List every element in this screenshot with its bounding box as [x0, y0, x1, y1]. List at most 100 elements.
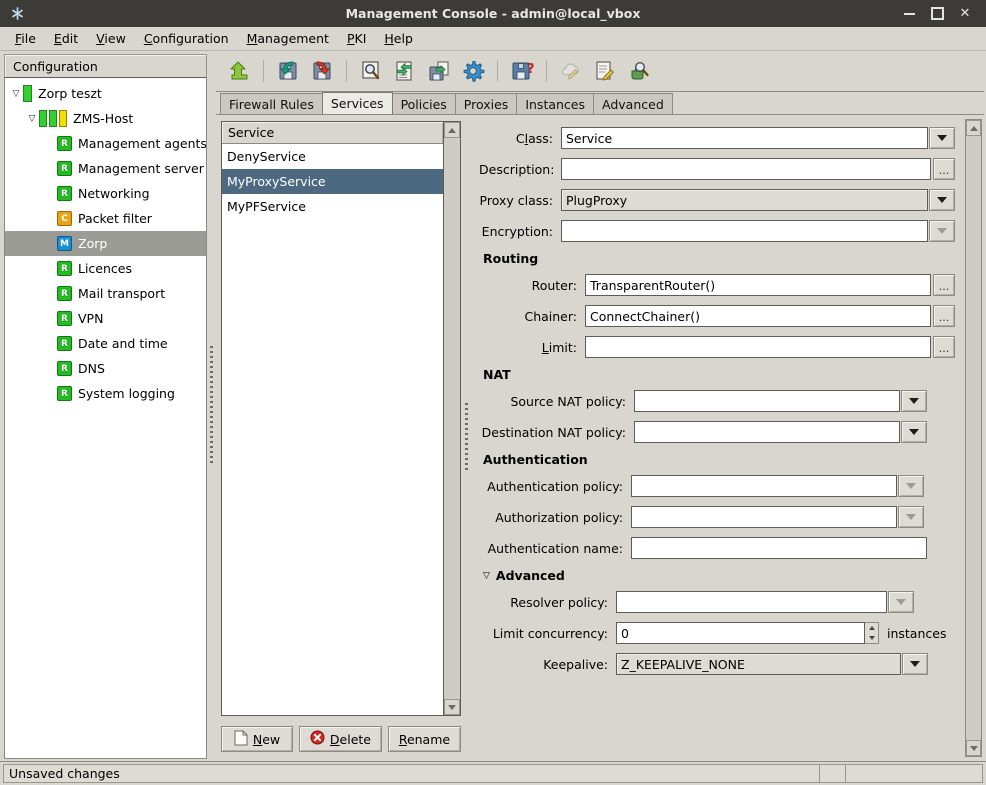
limit-input[interactable]	[585, 336, 931, 358]
expander-icon[interactable]: ▽	[9, 89, 23, 99]
tree-item-packet-filter[interactable]: C Packet filter	[5, 206, 206, 231]
save-import-icon[interactable]	[273, 56, 303, 86]
tree-item-label: Mail transport	[78, 286, 166, 301]
new-button-label: New	[252, 731, 281, 747]
limit-browse-button[interactable]: ...	[933, 336, 955, 358]
authorization-policy-combo[interactable]	[631, 506, 897, 528]
stepper-up[interactable]	[865, 623, 878, 633]
chainer-row: Chainer: ConnectChainer() ...	[479, 305, 955, 327]
rename-button-label: Rename	[398, 731, 451, 747]
limit-concurrency-stepper[interactable]	[865, 622, 879, 644]
tree-item-zms-host[interactable]: ▽ ZMS-Host	[5, 106, 206, 131]
settings-gear-icon[interactable]	[458, 56, 488, 86]
form-splitter[interactable]	[461, 115, 471, 761]
configuration-tree[interactable]: ▽ Zorp teszt ▽ ZMS-Host R Management agents R M…	[4, 77, 207, 759]
menu-configuration[interactable]: Configuration	[135, 29, 238, 48]
source-nat-combo[interactable]	[634, 390, 900, 412]
tab-policies[interactable]: Policies	[391, 93, 456, 114]
tree-item-licences[interactable]: R Licences	[5, 256, 206, 281]
keepalive-combo[interactable]: Z_KEEPALIVE_NONE	[616, 653, 901, 675]
tab-services[interactable]: Services	[321, 92, 393, 114]
service-list-item[interactable]: MyPFService	[222, 194, 443, 219]
r-badge-icon: R	[57, 136, 72, 151]
tree-item-date-and-time[interactable]: R Date and time	[5, 331, 206, 356]
source-nat-label: Source NAT policy:	[510, 393, 626, 409]
svg-text:?: ?	[527, 62, 534, 77]
tree-item-zorp[interactable]: M Zorp	[5, 231, 206, 256]
authentication-name-input[interactable]	[631, 537, 927, 559]
scroll-down-button[interactable]	[444, 699, 460, 715]
tree-item-zorp-teszt[interactable]: ▽ Zorp teszt	[5, 81, 206, 106]
scroll-track[interactable]	[444, 138, 460, 699]
class-input[interactable]: Service	[561, 127, 928, 149]
close-button[interactable]: ✕	[958, 7, 972, 21]
destination-nat-combo[interactable]	[634, 421, 900, 443]
delete-button[interactable]: Delete	[299, 726, 382, 752]
authorization-policy-label: Authorization policy:	[495, 509, 623, 525]
rename-button[interactable]: Rename	[387, 726, 461, 752]
save-export-icon[interactable]	[307, 56, 337, 86]
description-browse-button[interactable]: ...	[933, 158, 955, 180]
keepalive-dropdown-button[interactable]	[902, 653, 928, 675]
menu-file[interactable]: File	[6, 29, 45, 48]
chainer-browse-button[interactable]: ...	[933, 305, 955, 327]
document-export-icon[interactable]	[424, 56, 454, 86]
keepalive-row: Keepalive: Z_KEEPALIVE_NONE	[479, 653, 955, 675]
tree-item-system-logging[interactable]: R System logging	[5, 381, 206, 406]
tab-proxies[interactable]: Proxies	[454, 93, 518, 114]
tree-item-management-server[interactable]: R Management server	[5, 156, 206, 181]
advanced-section-title[interactable]: ▽ Advanced	[483, 568, 955, 583]
tree-item-dns[interactable]: R DNS	[5, 356, 206, 381]
expander-icon[interactable]: ▽	[25, 114, 39, 124]
minimize-button[interactable]	[902, 7, 916, 21]
form-scroll-up-button[interactable]	[966, 120, 981, 136]
sidebar-splitter[interactable]	[207, 51, 216, 761]
menu-edit[interactable]: Edit	[45, 29, 87, 48]
document-edit-icon[interactable]	[590, 56, 620, 86]
source-nat-dropdown-button[interactable]	[901, 390, 927, 412]
encryption-combo[interactable]	[561, 220, 928, 242]
stepper-down[interactable]	[865, 633, 878, 643]
description-input[interactable]	[561, 158, 931, 180]
authentication-policy-combo[interactable]	[631, 475, 897, 497]
resolver-policy-combo[interactable]	[616, 591, 887, 613]
tree-item-vpn[interactable]: R VPN	[5, 306, 206, 331]
form-scroll-down-button[interactable]	[966, 740, 981, 756]
menu-pki[interactable]: PKI	[338, 29, 375, 48]
form-scroll-track[interactable]	[966, 136, 981, 740]
tree-item-mail-transport[interactable]: R Mail transport	[5, 281, 206, 306]
service-list-item[interactable]: MyProxyService	[222, 169, 443, 194]
menu-management[interactable]: Management	[238, 29, 338, 48]
router-browse-button[interactable]: ...	[933, 274, 955, 296]
document-exchange-icon[interactable]	[390, 56, 420, 86]
upload-config-icon[interactable]	[224, 56, 254, 86]
status-message: Unsaved changes	[3, 764, 820, 783]
router-input[interactable]: TransparentRouter()	[585, 274, 931, 296]
chevron-down-icon[interactable]: ▽	[483, 571, 490, 581]
tab-instances[interactable]: Instances	[516, 93, 595, 114]
form-splitter-grip	[464, 403, 468, 473]
tab-advanced[interactable]: Advanced	[593, 93, 673, 114]
scroll-up-button[interactable]	[444, 122, 460, 138]
tree-item-management-agents[interactable]: R Management agents	[5, 131, 206, 156]
service-list-scrollbar[interactable]	[444, 121, 461, 716]
proxy-class-combo[interactable]: PlugProxy	[561, 189, 928, 211]
save-query-icon[interactable]: ?	[507, 56, 537, 86]
destination-nat-dropdown-button[interactable]	[901, 421, 927, 443]
class-label: Class:	[515, 130, 553, 146]
menu-view[interactable]: View	[87, 29, 135, 48]
menu-help[interactable]: Help	[375, 29, 422, 48]
search-icon[interactable]	[356, 56, 386, 86]
form-scrollbar[interactable]	[965, 119, 982, 757]
inspect-search-icon[interactable]	[624, 56, 654, 86]
limit-concurrency-input[interactable]: 0	[616, 622, 865, 644]
maximize-button[interactable]	[930, 7, 944, 21]
class-dropdown-button[interactable]	[929, 127, 955, 149]
tab-firewall-rules[interactable]: Firewall Rules	[220, 93, 323, 114]
chainer-input[interactable]: ConnectChainer()	[585, 305, 931, 327]
new-button[interactable]: New	[221, 726, 293, 752]
proxy-class-dropdown-button[interactable]	[929, 189, 955, 211]
tree-item-networking[interactable]: R Networking	[5, 181, 206, 206]
service-list-item[interactable]: DenyService	[222, 144, 443, 169]
service-list[interactable]: Service DenyService MyProxyService MyPFSer…	[221, 121, 444, 716]
